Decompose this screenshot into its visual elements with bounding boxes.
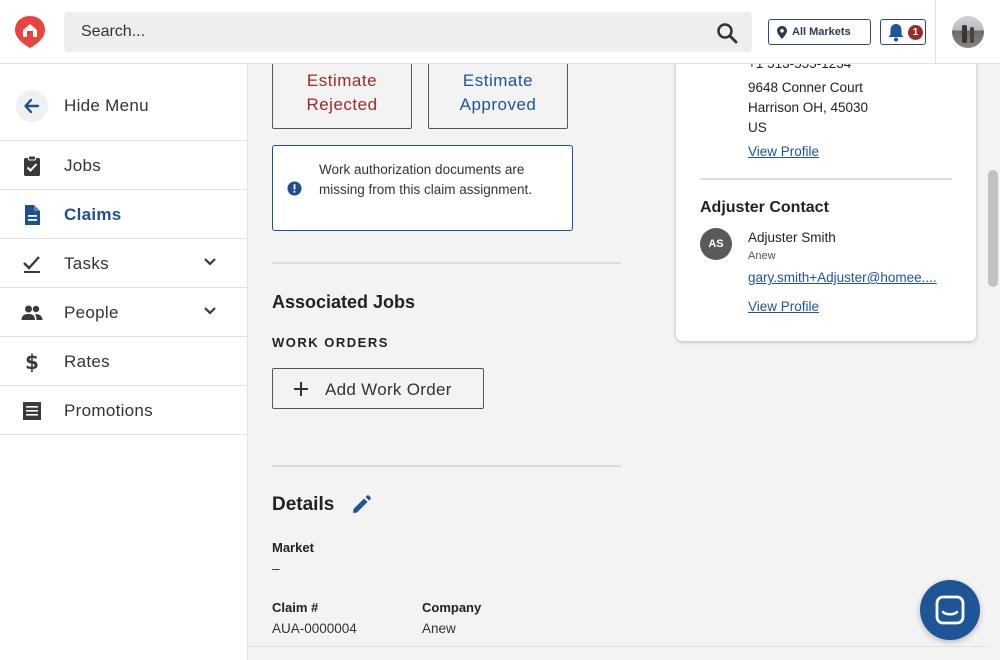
- section-divider: [272, 465, 621, 467]
- market-label: Market: [272, 540, 314, 555]
- chat-icon: [935, 595, 965, 625]
- work-orders-heading: WORK ORDERS: [272, 335, 389, 350]
- dollar-icon: $: [25, 351, 39, 373]
- details-heading: Details: [272, 494, 335, 515]
- info-icon: [287, 181, 302, 196]
- sidebar-item-jobs[interactable]: Jobs: [0, 141, 247, 190]
- sidebar-item-label: Tasks: [64, 254, 109, 273]
- address-country: US: [748, 120, 767, 135]
- alert-text: Work authorization documents are missing…: [319, 162, 533, 197]
- company-value: Anew: [422, 621, 456, 636]
- hide-menu-button[interactable]: Hide Menu: [0, 64, 247, 141]
- estimate-rejected-button[interactable]: Estimate Rejected: [272, 64, 412, 129]
- hide-menu-label: Hide Menu: [64, 96, 149, 115]
- market-value: –: [272, 561, 280, 576]
- all-markets-label: All Markets: [792, 26, 851, 38]
- estimate-rejected-label: Estimate Rejected: [306, 71, 378, 114]
- sidebar-item-rates[interactable]: $ Rates: [0, 337, 247, 386]
- scrollbar-track[interactable]: [986, 64, 1000, 660]
- card-divider: [700, 178, 952, 180]
- notification-count-badge: 1: [908, 25, 923, 40]
- chevron-down-icon[interactable]: [203, 257, 217, 267]
- add-work-order-label: Add Work Order: [325, 380, 452, 399]
- address-line-1: 9648 Conner Court: [748, 80, 863, 95]
- location-pin-icon: [777, 25, 787, 39]
- sidebar-item-label: People: [64, 303, 119, 322]
- all-markets-button[interactable]: All Markets: [768, 19, 871, 45]
- estimate-approved-label: Estimate Approved: [459, 71, 537, 114]
- brand-logo-icon[interactable]: [14, 15, 46, 49]
- adjuster-company: Anew: [748, 250, 776, 262]
- sidebar-item-label: Promotions: [64, 401, 153, 420]
- bell-icon: [888, 24, 904, 42]
- estimate-approved-button[interactable]: Estimate Approved: [428, 64, 568, 129]
- document-icon: [25, 205, 40, 225]
- search-input[interactable]: Search...: [81, 23, 145, 41]
- scrollbar-thumb[interactable]: [988, 170, 998, 287]
- claim-number-label: Claim #: [272, 600, 319, 615]
- adjuster-name: Adjuster Smith: [748, 230, 836, 245]
- topbar-divider: [935, 0, 936, 64]
- search-bar[interactable]: Search...: [64, 12, 752, 52]
- section-divider: [272, 262, 621, 264]
- people-icon: [21, 305, 43, 320]
- associated-jobs-heading: Associated Jobs: [272, 292, 416, 312]
- top-bar: Search... All Markets 1: [0, 0, 1000, 64]
- sidebar: Hide Menu Jobs Claims Tasks People $ Rat…: [0, 64, 248, 660]
- add-work-order-button[interactable]: Add Work Order: [272, 368, 484, 409]
- sidebar-item-tasks[interactable]: Tasks: [0, 239, 247, 288]
- search-icon[interactable]: [716, 22, 738, 44]
- pencil-edit-icon[interactable]: [351, 495, 371, 515]
- company-label: Company: [422, 600, 482, 615]
- adjuster-email-link[interactable]: gary.smith+Adjuster@homee....: [748, 270, 963, 285]
- chat-launcher-button[interactable]: [920, 580, 980, 640]
- sidebar-item-people[interactable]: People: [0, 288, 247, 337]
- address-line-2: Harrison OH, 45030: [748, 100, 869, 115]
- chevron-down-icon[interactable]: [203, 306, 217, 316]
- back-arrow-icon[interactable]: [16, 90, 48, 122]
- check-icon: [23, 256, 40, 273]
- list-icon: [23, 402, 41, 420]
- sidebar-item-promotions[interactable]: Promotions: [0, 386, 247, 435]
- contact-card: +1 513-555-1234 9648 Conner Court Harris…: [676, 40, 976, 341]
- bottom-divider: [248, 646, 986, 647]
- sidebar-item-label: Jobs: [64, 156, 102, 175]
- sidebar-item-label: Claims: [64, 205, 122, 224]
- clipboard-check-icon: [24, 155, 40, 176]
- plus-icon: [294, 382, 308, 396]
- adjuster-avatar: AS: [700, 228, 732, 260]
- claim-number-value: AUA-0000004: [272, 621, 357, 636]
- user-avatar[interactable]: [952, 16, 984, 48]
- sidebar-item-label: Rates: [64, 352, 110, 371]
- sidebar-item-claims[interactable]: Claims: [0, 190, 247, 239]
- notifications-button[interactable]: 1: [880, 19, 926, 45]
- adjuster-contact-heading: Adjuster Contact: [700, 199, 829, 216]
- svg-text:$: $: [25, 351, 39, 373]
- view-profile-link[interactable]: View Profile: [748, 144, 819, 159]
- view-profile-link[interactable]: View Profile: [748, 299, 819, 314]
- missing-documents-alert: Work authorization documents are missing…: [272, 145, 573, 231]
